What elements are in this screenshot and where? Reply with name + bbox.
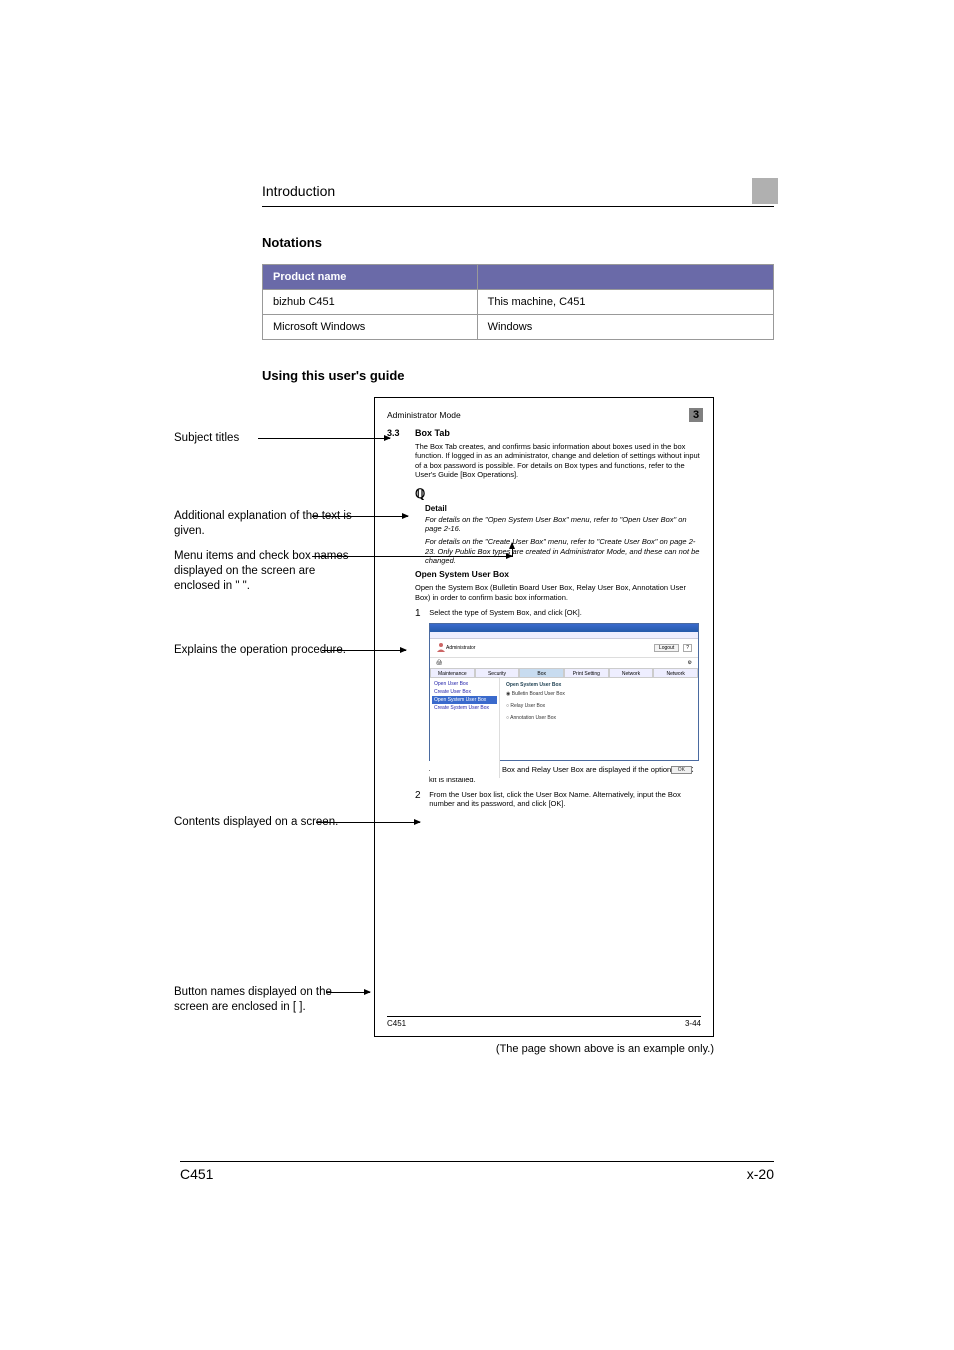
table-header-blank — [477, 265, 773, 290]
arrow — [316, 822, 420, 823]
printer-icon: 🖨 — [436, 660, 442, 666]
step-number: 1 — [415, 608, 427, 619]
chapter-badge: 3 — [689, 408, 703, 422]
sidebar-item[interactable]: Open User Box — [432, 680, 497, 688]
step-text: Select the type of System Box, and click… — [429, 608, 689, 617]
ok-button[interactable]: OK — [671, 766, 692, 774]
tab-bar: Maintenance Security Box Print Setting N… — [430, 668, 698, 678]
sidebar: Open User Box Create User Box Open Syste… — [430, 678, 500, 778]
radio-option[interactable]: Bulletin Board User Box — [512, 691, 565, 697]
heading-using-guide: Using this user's guide — [262, 368, 774, 383]
tab[interactable]: Network — [653, 668, 698, 678]
running-header: Introduction — [262, 178, 774, 207]
intro-paragraph: The Box Tab creates, and confirms basic … — [415, 442, 701, 480]
radio-option[interactable]: Relay User Box — [510, 703, 545, 709]
sample-footer-left: C451 — [387, 1019, 406, 1028]
callout-additional: Additional explanation of the text is gi… — [174, 509, 364, 539]
tab[interactable]: Security — [475, 668, 520, 678]
footer-right: x-20 — [747, 1166, 774, 1182]
callout-buttons: Button names displayed on the screen are… — [174, 985, 364, 1015]
help-icon[interactable]: ? — [683, 644, 692, 652]
detail-text-2: For details on the "Create User Box" men… — [425, 537, 701, 565]
page-footer: C451 x-20 — [180, 1161, 774, 1182]
gear-icon[interactable]: ⚙ — [688, 660, 692, 666]
open-system-heading: Open System User Box — [415, 569, 701, 579]
example-note: (The page shown above is an example only… — [374, 1043, 714, 1055]
panel-title: Open System User Box — [506, 682, 692, 688]
sample-footer-right: 3-44 — [685, 1019, 701, 1028]
radio-option[interactable]: Annotation User Box — [510, 715, 556, 721]
person-icon — [436, 642, 446, 654]
table-row: Microsoft Windows Windows — [263, 315, 774, 340]
detail-icon: ℚ — [415, 486, 701, 502]
explainer-diagram: 3 Administrator Mode 3.3 Box Tab The Box… — [174, 397, 714, 1067]
sidebar-item-selected[interactable]: Open System User Box — [432, 696, 497, 704]
arrow — [326, 992, 370, 993]
step-number: 2 — [415, 790, 427, 801]
admin-mode-label: Administrator Mode — [387, 410, 701, 420]
arrow — [322, 650, 406, 651]
header-section: Introduction — [262, 183, 335, 199]
sidebar-item[interactable]: Create System User Box — [432, 704, 497, 712]
detail-label: Detail — [425, 504, 701, 513]
arrow — [258, 438, 390, 439]
arrow — [312, 516, 408, 517]
section-title: Box Tab — [415, 428, 701, 438]
table-header: Product name — [263, 265, 478, 290]
logout-button[interactable]: Logout — [654, 644, 679, 652]
tab[interactable]: Print Setting — [564, 668, 609, 678]
table-row: bizhub C451 This machine, C451 — [263, 290, 774, 315]
header-block — [752, 178, 778, 204]
open-system-text: Open the System Box (Bulletin Board User… — [415, 583, 701, 602]
detail-text-1: For details on the "Open System User Box… — [425, 515, 701, 534]
sample-page: 3 Administrator Mode 3.3 Box Tab The Box… — [374, 397, 714, 1037]
footer-left: C451 — [180, 1166, 213, 1182]
step-text: From the User box list, click the User B… — [429, 790, 689, 808]
arrow-up — [512, 543, 513, 557]
embedded-screenshot: Administrator Logout ? 🖨 ⚙ Maintenance S… — [429, 623, 699, 761]
tab[interactable]: Maintenance — [430, 668, 475, 678]
sidebar-item[interactable]: Create User Box — [432, 688, 497, 696]
tab-active[interactable]: Box — [519, 668, 564, 678]
heading-notations: Notations — [262, 235, 774, 250]
notations-table: Product name bizhub C451 This machine, C… — [262, 264, 774, 340]
tab[interactable]: Network — [609, 668, 654, 678]
arrow — [312, 556, 512, 557]
section-number: 3.3 — [387, 428, 405, 808]
